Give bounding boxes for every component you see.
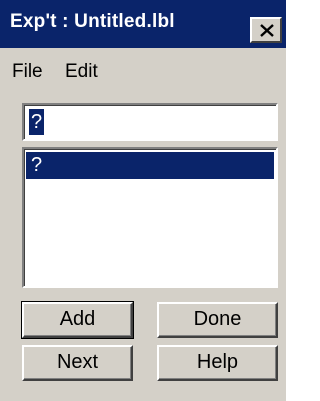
close-x-icon: [260, 24, 274, 37]
add-button[interactable]: Add: [21, 301, 134, 339]
label-list[interactable]: ?: [22, 147, 278, 288]
done-button[interactable]: Done: [157, 302, 278, 338]
next-button[interactable]: Next: [22, 345, 133, 381]
help-button[interactable]: Help: [157, 345, 278, 381]
list-item-label: ?: [31, 154, 43, 176]
dialog-window: Exp't : Untitled.lbl File Edit ? ? Add D…: [0, 0, 286, 401]
list-item[interactable]: ?: [26, 152, 274, 179]
menu-file[interactable]: File: [12, 61, 43, 83]
menu-edit[interactable]: Edit: [65, 61, 98, 83]
title-bar[interactable]: Exp't : Untitled.lbl: [0, 0, 286, 48]
close-button[interactable]: [250, 17, 282, 43]
label-input-value: ?: [29, 109, 45, 135]
label-input[interactable]: ?: [22, 103, 278, 141]
menu-bar: File Edit: [0, 54, 286, 88]
window-title: Exp't : Untitled.lbl: [10, 11, 175, 32]
